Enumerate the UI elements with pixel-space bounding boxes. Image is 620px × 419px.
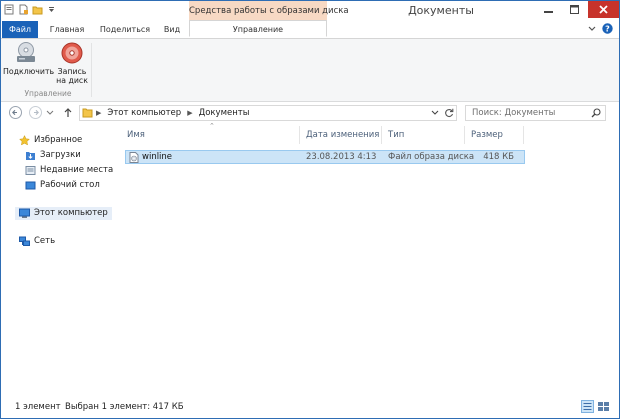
nav-desktop[interactable]: Рабочий стол [25, 179, 100, 192]
search-box[interactable]: Поиск: Документы [465, 105, 606, 121]
burn-disc-icon [61, 42, 83, 64]
refresh-icon[interactable] [444, 107, 454, 119]
file-type: Файл образа диска [388, 152, 475, 162]
mount-label: Подключить [3, 67, 55, 76]
new-document-icon[interactable] [18, 4, 29, 15]
file-date: 23.08.2013 4:13 [306, 152, 377, 162]
burn-label-2: на диск [56, 76, 88, 85]
search-icon[interactable] [591, 108, 601, 118]
address-bar[interactable]: ▶ Этот компьютер ▶ Документы [79, 105, 457, 121]
ribbon-group-separator [91, 43, 92, 97]
ribbon-collapse-icon[interactable] [588, 25, 596, 33]
burn-label-1: Запись [57, 67, 87, 76]
mount-disc-icon [17, 42, 35, 62]
maximize-icon [569, 5, 579, 14]
tab-file[interactable]: Файл [2, 21, 38, 38]
title-bar: Средства работы с образами диска Докумен… [1, 1, 619, 21]
recent-locations-icon[interactable] [46, 106, 54, 119]
ribbon-group-label: Управление [24, 89, 72, 98]
desktop-icon [25, 181, 36, 190]
sort-ascending-icon: ⌃ [209, 122, 215, 130]
properties-icon[interactable] [4, 4, 15, 15]
search-placeholder: Поиск: Документы [472, 108, 556, 118]
help-area: ? [588, 23, 613, 34]
breadcrumb-this-pc[interactable]: Этот компьютер [107, 106, 181, 120]
tab-manage[interactable]: Управление [189, 20, 327, 37]
up-button[interactable] [63, 106, 73, 119]
nav-desktop-label: Рабочий стол [40, 180, 100, 190]
context-tab-title: Средства работы с образами диска [189, 1, 349, 21]
large-icons-view-icon[interactable] [597, 400, 610, 413]
nav-this-pc[interactable]: Этот компьютер [15, 207, 112, 220]
ribbon-tabs: Файл Главная Поделиться Вид Управление ? [1, 20, 619, 39]
back-button[interactable] [9, 106, 22, 119]
tab-share[interactable]: Поделиться [96, 21, 154, 38]
star-icon [19, 135, 30, 146]
tab-home[interactable]: Главная [41, 21, 93, 38]
explorer-window: Средства работы с образами диска Докумен… [0, 0, 620, 419]
navigation-row: ▶ Этот компьютер ▶ Документы Поиск: Доку… [1, 103, 619, 123]
address-folder-icon [82, 108, 93, 118]
minimize-button[interactable] [535, 1, 561, 18]
column-header-name[interactable]: Имя [127, 129, 145, 142]
file-size: 418 КБ [483, 152, 514, 162]
column-header-date[interactable]: Дата изменения [306, 129, 379, 142]
column-separator[interactable] [464, 126, 465, 144]
details-view-icon[interactable] [581, 400, 594, 413]
nav-network-label: Сеть [34, 236, 56, 246]
maximize-button[interactable] [561, 1, 587, 18]
disc-image-file-icon [129, 152, 139, 163]
column-header-type[interactable]: Тип [388, 129, 404, 142]
navigation-pane: Избранное Загрузки Недавние места Рабочи… [1, 124, 114, 394]
ribbon-panel: Подключить Запись на диск Управление [1, 39, 619, 102]
breadcrumb-documents[interactable]: Документы [199, 106, 250, 120]
minimize-icon [543, 11, 553, 13]
recent-places-icon [25, 166, 36, 175]
breadcrumb-chevron-icon[interactable]: ▶ [96, 106, 101, 120]
svg-text:?: ? [605, 25, 610, 34]
mount-button[interactable]: Подключить [3, 41, 54, 76]
column-separator[interactable] [381, 126, 382, 144]
nav-favorites-label: Избранное [34, 135, 83, 145]
status-selection: Выбран 1 элемент: 417 КБ [65, 402, 184, 412]
file-name: winline [142, 152, 173, 162]
nav-downloads[interactable]: Загрузки [25, 149, 81, 162]
column-header-size[interactable]: Размер [471, 129, 503, 142]
status-item-count: 1 элемент [15, 402, 61, 412]
nav-network[interactable]: Сеть [19, 235, 55, 248]
quick-access-toolbar [4, 4, 57, 15]
downloads-folder-icon [26, 152, 35, 160]
nav-downloads-label: Загрузки [40, 150, 81, 160]
file-list: ⌃ Имя Дата изменения Тип Размер winline … [121, 122, 618, 394]
close-icon [599, 5, 608, 14]
file-row[interactable]: winline 23.08.2013 4:13 Файл образа диск… [125, 150, 525, 164]
window-title: Документы [408, 4, 474, 17]
address-dropdown-icon[interactable] [430, 108, 440, 118]
computer-icon [19, 208, 30, 218]
burn-disc-button[interactable]: Запись на диск [49, 41, 95, 85]
nav-this-pc-label: Этот компьютер [34, 208, 108, 218]
close-button[interactable] [588, 1, 619, 18]
forward-button[interactable] [29, 106, 42, 119]
nav-recent-places[interactable]: Недавние места [25, 164, 113, 177]
breadcrumb-chevron-icon[interactable]: ▶ [187, 106, 192, 120]
new-folder-icon[interactable] [32, 4, 43, 15]
qat-dropdown-icon[interactable] [46, 4, 57, 15]
network-icon [19, 236, 30, 246]
column-separator[interactable] [299, 126, 300, 144]
status-bar: 1 элемент Выбран 1 элемент: 417 КБ [1, 396, 619, 418]
nav-favorites[interactable]: Избранное [19, 134, 82, 147]
nav-recent-places-label: Недавние места [40, 165, 114, 175]
help-icon[interactable]: ? [602, 23, 613, 34]
tab-view[interactable]: Вид [156, 21, 188, 38]
breadcrumb: ▶ Этот компьютер ▶ Документы [96, 106, 249, 120]
column-separator[interactable] [523, 126, 524, 144]
